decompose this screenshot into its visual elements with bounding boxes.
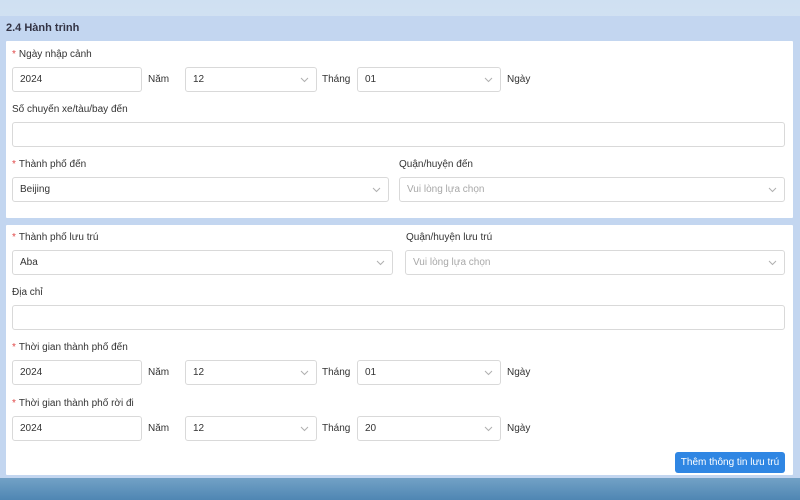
entry-day-select[interactable]: 01	[357, 67, 501, 92]
leave-month-value: 12	[193, 423, 205, 434]
required-mark: *	[12, 342, 16, 353]
leave-year-input[interactable]: 2024	[12, 416, 142, 441]
leave-day-select[interactable]: 20	[357, 416, 501, 441]
arrive-day-unit: Ngày	[507, 367, 531, 378]
leave-day-unit: Ngày	[507, 423, 531, 434]
entry-year-unit: Năm	[148, 74, 170, 85]
leave-city-time-label: * Thời gian thành phố rời đi	[12, 398, 134, 409]
arrival-district-select[interactable]: Vui lòng lựa chọn	[399, 177, 785, 202]
address-input[interactable]	[12, 305, 785, 330]
arrival-city-value: Beijing	[20, 184, 51, 195]
arrive-month-value: 12	[193, 367, 205, 378]
required-mark: *	[12, 398, 16, 409]
arrival-district-label: Quận/huyện đến	[399, 159, 473, 170]
stay-district-label: Quận/huyện lưu trú	[406, 232, 493, 243]
arrive-year-unit: Năm	[148, 367, 170, 378]
arrive-city-time-label: * Thời gian thành phố đến	[12, 342, 128, 353]
arrival-district-placeholder: Vui lòng lựa chọn	[407, 184, 485, 195]
chevron-down-icon	[299, 424, 309, 434]
arrive-day-value: 01	[365, 367, 377, 378]
chevron-down-icon	[767, 185, 777, 195]
arrival-city-select[interactable]: Beijing	[12, 177, 389, 202]
arrive-month-select[interactable]: 12	[185, 360, 317, 385]
entry-month-value: 12	[193, 74, 205, 85]
chevron-down-icon	[483, 424, 493, 434]
entry-month-unit: Tháng	[322, 74, 351, 85]
chevron-down-icon	[483, 368, 493, 378]
flight-number-input[interactable]	[12, 122, 785, 147]
address-label: Địa chỉ	[12, 287, 43, 298]
chevron-down-icon	[371, 185, 381, 195]
arrive-day-select[interactable]: 01	[357, 360, 501, 385]
stay-district-placeholder: Vui lòng lựa chọn	[413, 257, 491, 268]
chevron-down-icon	[299, 75, 309, 85]
chevron-down-icon	[375, 258, 385, 268]
leave-day-value: 20	[365, 423, 377, 434]
entry-month-select[interactable]: 12	[185, 67, 317, 92]
section-title: 2.4 Hành trình	[6, 22, 80, 34]
entry-day-unit: Ngày	[507, 74, 531, 85]
required-mark: *	[12, 49, 16, 60]
flight-number-label: Số chuyến xe/tàu/bay đến	[12, 104, 128, 115]
arrive-month-unit: Tháng	[322, 367, 351, 378]
entry-day-value: 01	[365, 74, 377, 85]
leave-month-select[interactable]: 12	[185, 416, 317, 441]
required-mark: *	[12, 232, 16, 243]
arrive-year-input[interactable]: 2024	[12, 360, 142, 385]
chevron-down-icon	[483, 75, 493, 85]
add-stay-info-button[interactable]: Thêm thông tin lưu trú	[675, 452, 785, 473]
entry-date-label: * Ngày nhập cảnh	[12, 49, 92, 60]
stay-city-select[interactable]: Aba	[12, 250, 393, 275]
required-mark: *	[12, 159, 16, 170]
leave-month-unit: Tháng	[322, 423, 351, 434]
stay-city-value: Aba	[20, 257, 38, 268]
arrival-city-label: * Thành phố đến	[12, 159, 87, 170]
entry-year-input[interactable]: 2024	[12, 67, 142, 92]
leave-year-unit: Năm	[148, 423, 170, 434]
stay-district-select[interactable]: Vui lòng lựa chọn	[405, 250, 785, 275]
chevron-down-icon	[767, 258, 777, 268]
stay-city-label: * Thành phố lưu trú	[12, 232, 99, 243]
chevron-down-icon	[299, 368, 309, 378]
